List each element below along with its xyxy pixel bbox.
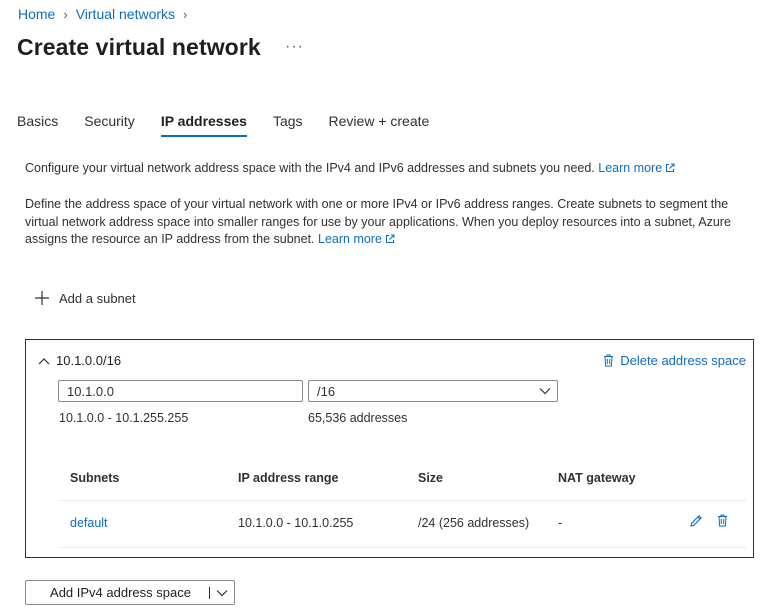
row-actions — [689, 514, 728, 528]
chevron-right-icon: › — [183, 6, 188, 22]
subnet-name-link[interactable]: default — [70, 516, 108, 530]
tab-tags[interactable]: Tags — [273, 113, 303, 137]
chevron-down-icon — [539, 388, 551, 395]
prefix-select[interactable]: /16 — [308, 380, 558, 402]
description-text: Define the address space of your virtual… — [25, 196, 760, 249]
pencil-icon[interactable] — [689, 514, 703, 528]
table-header-row: Subnets IP address range Size NAT gatewa… — [59, 458, 746, 501]
add-subnet-button[interactable]: Add a subnet — [34, 290, 136, 306]
add-ipv4-address-space-label: Add IPv4 address space — [50, 585, 191, 600]
column-header-ip-range: IP address range — [238, 471, 339, 485]
page-title: Create virtual network — [17, 34, 261, 60]
intro-body: Configure your virtual network address s… — [25, 161, 599, 175]
prefix-select-value: /16 — [317, 383, 336, 399]
description-learn-more-link[interactable]: Learn more — [318, 232, 382, 246]
external-link-icon — [385, 234, 395, 243]
delete-address-space-label: Delete address space — [620, 353, 746, 368]
subnet-nat-gateway: - — [558, 516, 563, 530]
address-range-text: 10.1.0.0 - 10.1.255.255 — [59, 411, 189, 425]
address-space-header[interactable]: 10.1.0.0/16 — [38, 353, 121, 368]
tab-bar: Basics Security IP addresses Tags Review… — [17, 113, 455, 137]
address-space-card: 10.1.0.0/16 Delete address space /16 10.… — [25, 339, 754, 558]
column-header-subnets: Subnets — [70, 471, 120, 485]
chevron-up-icon[interactable] — [38, 357, 50, 365]
tab-ip-addresses[interactable]: IP addresses — [160, 113, 247, 137]
subnet-size: /24 (256 addresses) — [418, 516, 530, 530]
breadcrumb-home-link[interactable]: Home — [18, 6, 55, 22]
external-link-icon — [666, 163, 675, 172]
subnet-ip-range: 10.1.0.0 - 10.1.0.255 — [238, 516, 354, 530]
tab-review-create[interactable]: Review + create — [329, 113, 430, 137]
tab-security[interactable]: Security — [84, 113, 135, 137]
intro-learn-more-link[interactable]: Learn more — [598, 161, 662, 175]
ip-address-input[interactable] — [58, 380, 303, 402]
chevron-down-icon[interactable] — [210, 589, 234, 597]
address-count-text: 65,536 addresses — [308, 411, 408, 425]
breadcrumb: Home › Virtual networks › — [18, 6, 195, 22]
tab-basics[interactable]: Basics — [17, 113, 58, 137]
column-header-nat-gateway: NAT gateway — [558, 471, 636, 485]
chevron-right-icon: › — [63, 6, 68, 22]
column-header-size: Size — [418, 471, 444, 485]
address-space-title: 10.1.0.0/16 — [56, 353, 122, 368]
table-row: default 10.1.0.0 - 10.1.0.255 /24 (256 a… — [59, 501, 746, 548]
more-options-button[interactable]: ··· — [285, 38, 304, 56]
trash-icon[interactable] — [717, 514, 728, 527]
subnets-table: Subnets IP address range Size NAT gatewa… — [59, 458, 746, 548]
add-ipv4-address-space-button[interactable]: Add IPv4 address space — [25, 580, 235, 605]
trash-icon — [604, 354, 614, 367]
delete-address-space-button[interactable]: Delete address space — [603, 353, 746, 368]
plus-icon — [35, 291, 49, 305]
add-subnet-label: Add a subnet — [59, 290, 136, 306]
breadcrumb-virtual-networks-link[interactable]: Virtual networks — [76, 6, 175, 22]
intro-text: Configure your virtual network address s… — [25, 160, 755, 178]
